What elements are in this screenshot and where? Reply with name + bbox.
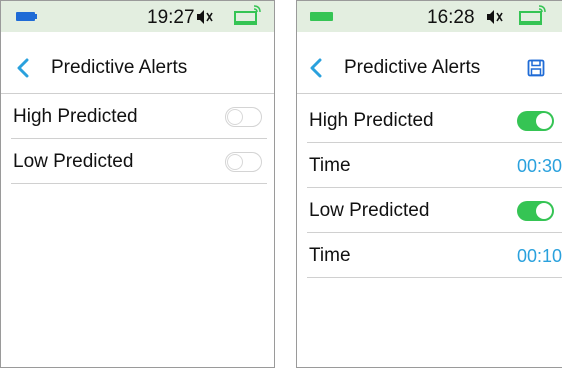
mute-icon (487, 10, 503, 24)
divider (307, 277, 562, 278)
signal-icon (519, 5, 546, 25)
high-predicted-row[interactable]: High Predicted (297, 98, 562, 143)
high-predicted-time-value[interactable]: 00:30 (517, 156, 562, 177)
row-label: Time (309, 155, 351, 176)
toggle-knob (536, 203, 552, 219)
battery-icon (310, 12, 333, 21)
low-predicted-time-row[interactable]: Time 00:10 (297, 233, 562, 278)
low-predicted-row[interactable]: Low Predicted (1, 139, 274, 184)
toggle-knob (227, 109, 243, 125)
right-screen: 16:28 Predictive Alerts High Predicted T… (296, 0, 562, 368)
low-predicted-row[interactable]: Low Predicted (297, 188, 562, 233)
low-predicted-toggle[interactable] (225, 152, 262, 172)
row-label: High Predicted (13, 106, 138, 127)
title-bar: Predictive Alerts (1, 48, 274, 88)
page-title: Predictive Alerts (344, 57, 481, 78)
row-label: Low Predicted (309, 200, 430, 221)
page-title: Predictive Alerts (51, 57, 188, 78)
row-label: Low Predicted (13, 151, 134, 172)
toggle-knob (227, 154, 243, 170)
high-predicted-row[interactable]: High Predicted (1, 94, 274, 139)
status-bar: 16:28 (297, 1, 562, 32)
low-predicted-time-value[interactable]: 00:10 (517, 246, 562, 267)
save-icon[interactable] (527, 59, 545, 77)
divider (11, 183, 267, 184)
row-label: Time (309, 245, 351, 266)
row-label: High Predicted (309, 110, 434, 131)
mute-icon (197, 10, 213, 24)
back-icon[interactable] (16, 58, 30, 78)
toggle-knob (536, 113, 552, 129)
battery-tip (35, 14, 37, 19)
back-icon[interactable] (309, 58, 323, 78)
status-time: 19:27 (147, 7, 195, 28)
low-predicted-toggle[interactable] (517, 201, 554, 221)
high-predicted-toggle[interactable] (225, 107, 262, 127)
high-predicted-toggle[interactable] (517, 111, 554, 131)
high-predicted-time-row[interactable]: Time 00:30 (297, 143, 562, 188)
status-bar: 19:27 (1, 1, 274, 32)
signal-icon (234, 5, 261, 25)
left-screen: 19:27 Predictive Alerts High Predicted L… (0, 0, 275, 368)
battery-icon (16, 12, 35, 21)
status-time: 16:28 (427, 7, 475, 28)
title-bar: Predictive Alerts (297, 48, 562, 88)
divider (297, 93, 562, 94)
